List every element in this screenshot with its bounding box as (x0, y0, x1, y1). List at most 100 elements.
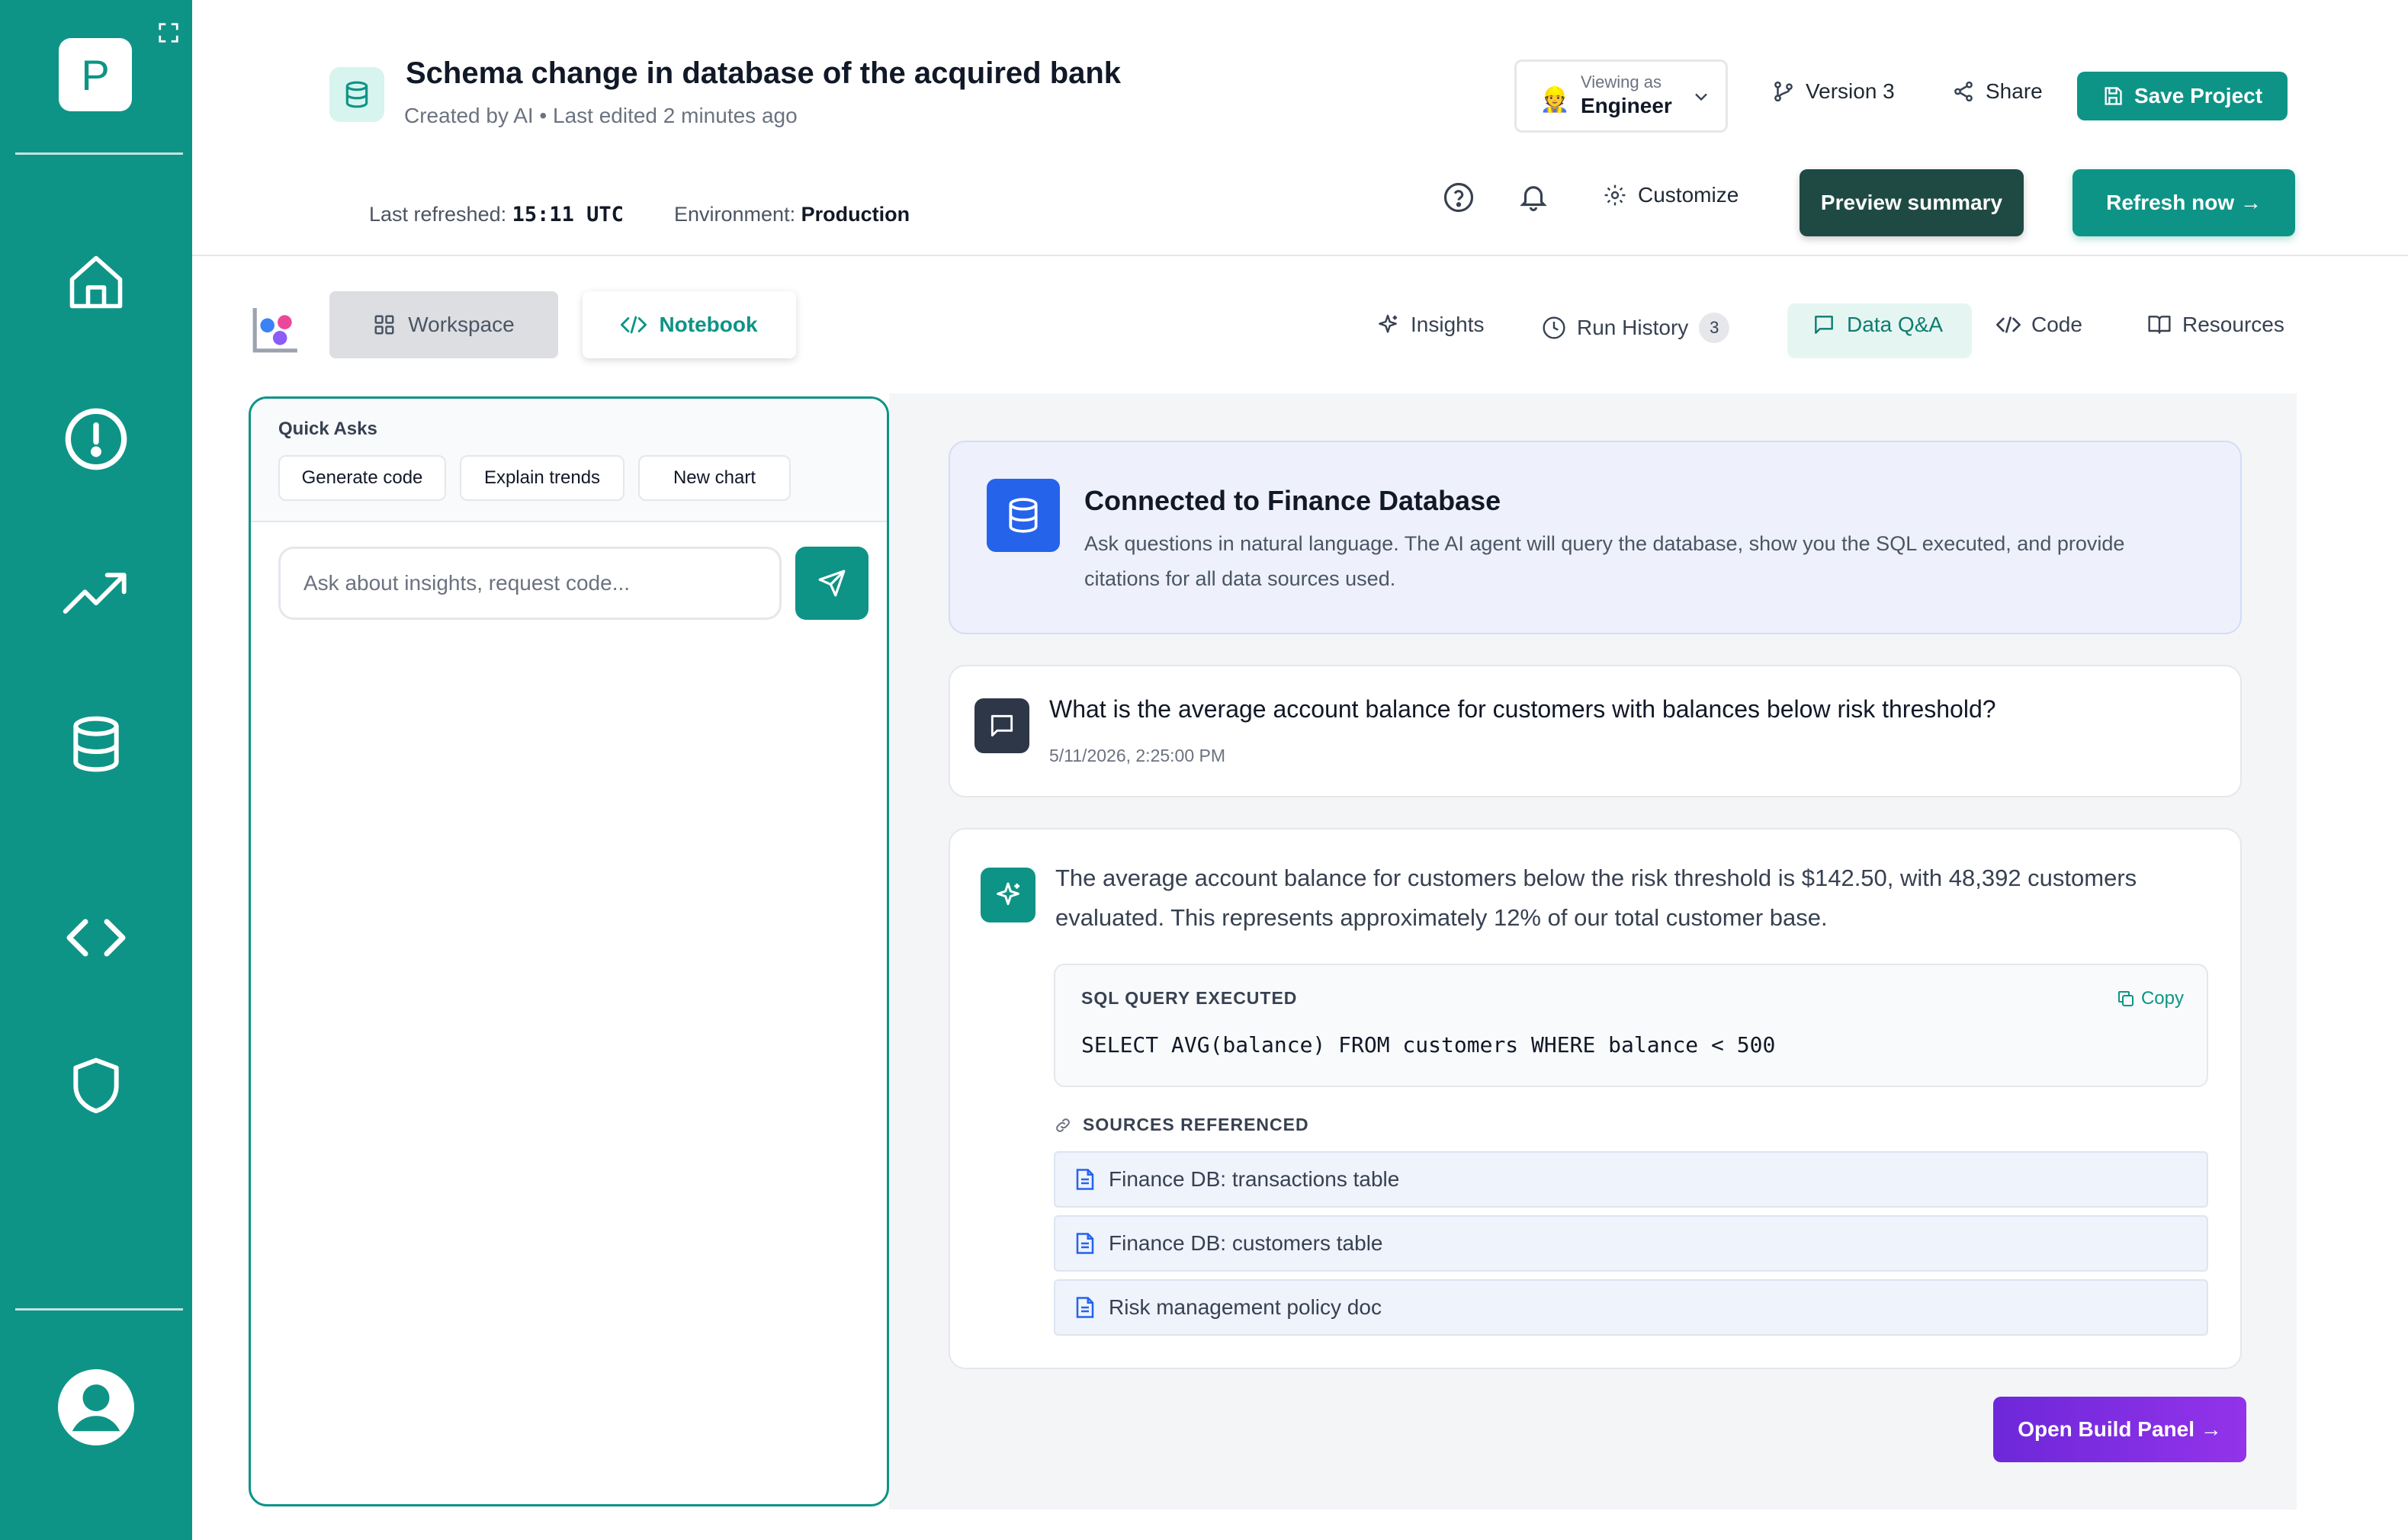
sidebar-item-trends[interactable] (63, 561, 130, 628)
environment-label: Environment: (674, 203, 796, 226)
help-icon[interactable] (1443, 181, 1475, 213)
sidebar-item-home[interactable] (63, 249, 130, 316)
page-title: Schema change in database of the acquire… (406, 56, 1122, 90)
sidebar-item-security[interactable] (63, 1052, 130, 1119)
tab-code[interactable]: Code (1996, 313, 2082, 337)
expand-icon[interactable] (157, 21, 180, 44)
chevron-down-icon (1695, 93, 1707, 101)
tab-run-history-label: Run History (1577, 316, 1689, 339)
tab-data-qa[interactable]: Data Q&A (1812, 313, 1943, 337)
ai-avatar (981, 868, 1035, 922)
send-icon (818, 569, 846, 597)
chat-input[interactable]: Ask about insights, request code... (278, 547, 782, 620)
clock-icon (1543, 316, 1565, 339)
code-icon (1996, 316, 2021, 333)
sidebar-item-alerts[interactable] (63, 406, 130, 473)
branch-icon (1774, 81, 1793, 102)
environment: Environment: Production (674, 203, 910, 226)
quick-ask-chip[interactable]: Explain trends (460, 455, 624, 501)
tab-resources[interactable]: Resources (2147, 313, 2284, 337)
run-history-count-badge: 3 (1699, 313, 1730, 343)
copy-button[interactable]: Copy (2117, 988, 2184, 1009)
project-db-icon (329, 67, 384, 122)
sparkle-icon (997, 882, 1019, 906)
tab-resources-label: Resources (2182, 313, 2284, 336)
sidebar: P (0, 0, 192, 1540)
code-icon (621, 316, 647, 334)
send-button[interactable] (795, 547, 868, 620)
gear-icon (1604, 184, 1626, 206)
sources-label: SOURCES REFERENCED (1083, 1115, 1309, 1134)
user-question-card: What is the average account balance for … (949, 665, 2242, 797)
chat-icon (1815, 316, 1833, 334)
database-icon (345, 81, 368, 108)
profile-button[interactable] (58, 1369, 134, 1445)
tab-data-qa-label: Data Q&A (1847, 313, 1944, 336)
book-icon (2148, 316, 2171, 334)
database-icon (73, 716, 119, 772)
quick-ask-chip[interactable]: Generate code (278, 455, 446, 501)
code-icon (66, 919, 126, 957)
workspace-view-toggle[interactable]: Workspace (329, 291, 558, 358)
sidebar-item-database[interactable] (63, 711, 130, 778)
notebook-view-toggle[interactable]: Notebook (583, 291, 796, 358)
save-project-button[interactable]: Save Project (2077, 72, 2288, 120)
quick-ask-chip[interactable]: New chart (638, 455, 791, 501)
link-icon (1056, 1118, 1070, 1132)
document-icon (1076, 1233, 1094, 1254)
save-icon (2105, 87, 2122, 105)
bell-icon[interactable] (1517, 180, 1549, 213)
page-subtitle: Created by AI • Last edited 2 minutes ag… (404, 104, 798, 127)
trending-up-icon (63, 573, 127, 614)
analytics-app-icon (252, 308, 297, 353)
share-button[interactable]: Share (1952, 79, 2043, 104)
viewing-as-dropdown[interactable]: 👷 Viewing as Engineer (1514, 59, 1728, 133)
sql-label: SQL QUERY EXECUTED (1081, 988, 1298, 1008)
sql-code: SELECT AVG(balance) FROM customers WHERE… (1081, 1032, 1776, 1057)
copy-icon (2117, 991, 2133, 1006)
chat-panel: Quick Asks Generate code Explain trends … (249, 396, 889, 1506)
source-item[interactable]: Finance DB: transactions table (1054, 1151, 2208, 1208)
sidebar-item-code[interactable] (63, 904, 130, 971)
question-text: What is the average account balance for … (1049, 695, 1996, 723)
sources-heading: SOURCES REFERENCED (1054, 1115, 1309, 1135)
grid-icon (374, 315, 394, 335)
source-item[interactable]: Risk management policy doc (1054, 1279, 2208, 1336)
source-item[interactable]: Finance DB: customers table (1054, 1215, 2208, 1272)
connection-description: Ask questions in natural language. The A… (1084, 532, 2125, 590)
copy-label: Copy (2140, 988, 2184, 1009)
preview-summary-button[interactable]: Preview summary (1800, 169, 2024, 236)
last-refreshed: Last refreshed: 15:11 UTC (369, 203, 624, 226)
last-refreshed-label: Last refreshed: (369, 203, 507, 226)
document-icon (1076, 1297, 1094, 1318)
version-button[interactable]: Version 3 (1772, 79, 1895, 104)
tab-run-history[interactable]: Run History 3 (1542, 313, 1730, 343)
shield-icon (73, 1057, 119, 1114)
app-logo[interactable]: P (59, 38, 132, 111)
user-avatar-icon (58, 1369, 134, 1445)
sidebar-divider (15, 152, 183, 155)
tab-insights-label: Insights (1411, 313, 1485, 336)
open-build-panel-button[interactable]: Open Build Panel → (1993, 1397, 2246, 1462)
question-timestamp: 5/11/2026, 2:25:00 PM (1049, 746, 1226, 765)
tab-code-label: Code (2031, 313, 2082, 336)
quick-asks: Quick Asks Generate code Explain trends … (251, 399, 887, 522)
viewing-as-value: Engineer (1581, 94, 1672, 117)
version-label: Version 3 (1806, 79, 1895, 103)
share-icon (1954, 81, 1973, 102)
customize-label: Customize (1638, 183, 1739, 207)
viewing-as-label: Viewing as (1581, 72, 1662, 91)
chat-icon (990, 714, 1013, 737)
sidebar-divider (15, 1308, 183, 1311)
save-project-label: Save Project (2133, 84, 2263, 107)
customize-button[interactable]: Customize (1603, 183, 1739, 207)
share-label: Share (1986, 79, 2043, 103)
tab-insights[interactable]: Insights (1376, 313, 1485, 337)
source-name: Finance DB: transactions table (1109, 1167, 1400, 1191)
logo-letter: P (81, 50, 110, 99)
refresh-now-button[interactable]: Refresh now → (2072, 169, 2295, 236)
engineer-avatar-icon: 👷 (1540, 85, 1570, 113)
ai-answer-card: The average account balance for customer… (949, 828, 2242, 1369)
refresh-now-label: Refresh now → (2106, 191, 2262, 214)
sparkle-icon (1379, 314, 1397, 333)
